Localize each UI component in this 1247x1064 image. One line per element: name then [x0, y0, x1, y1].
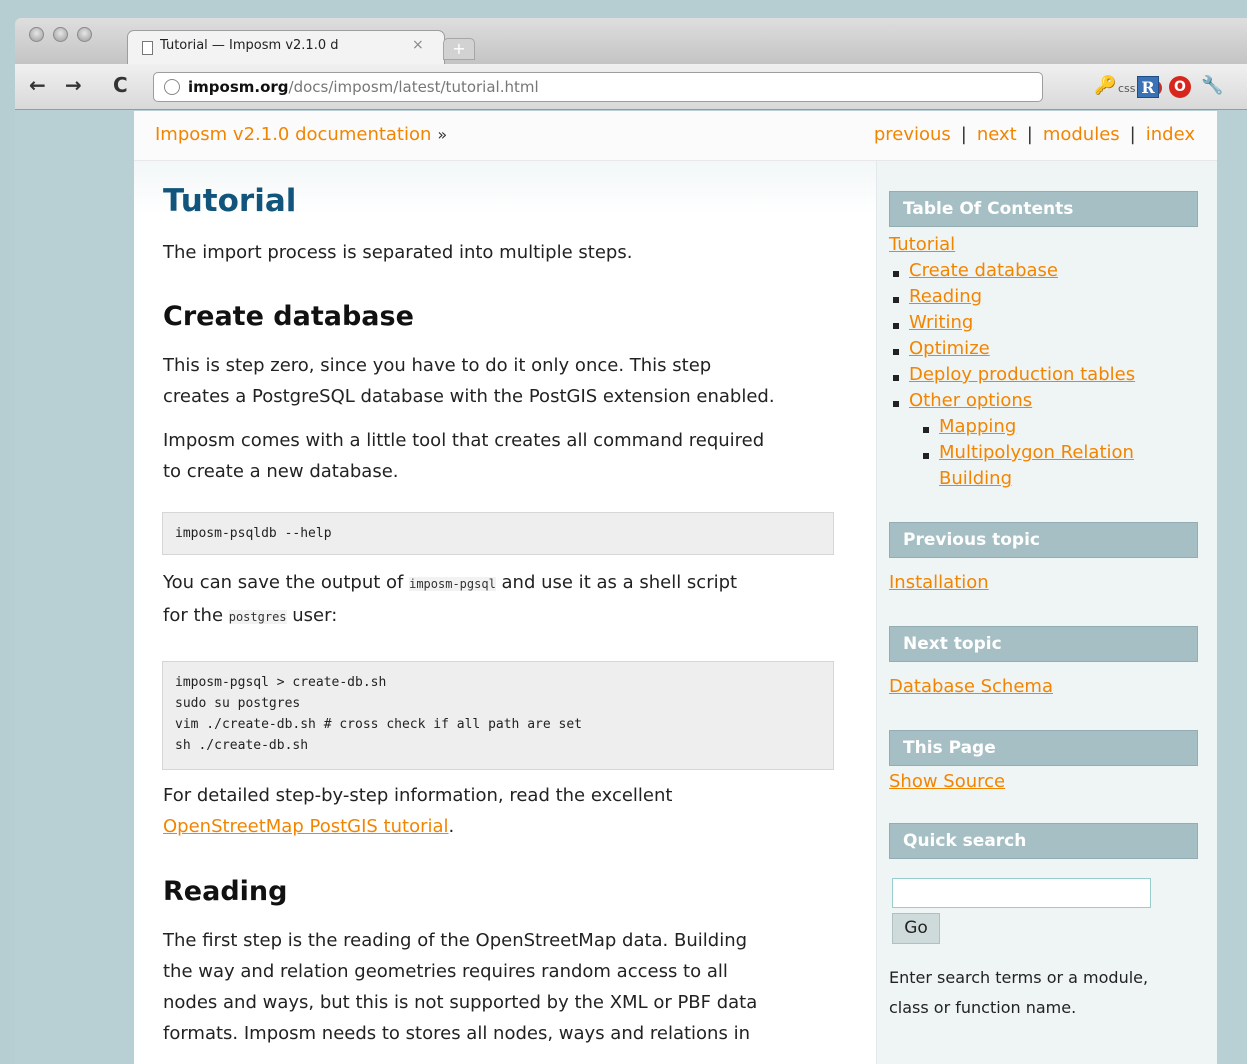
title-bar: Tutorial — Imposm v2.1.0 d × + [15, 18, 1247, 64]
inline-code: postgres [228, 610, 287, 624]
next-topic-heading: Next topic [889, 626, 1198, 662]
r-extension-icon[interactable]: R [1137, 76, 1159, 98]
index-link[interactable]: index [1146, 124, 1195, 145]
next-link[interactable]: next [977, 124, 1017, 145]
previous-topic-heading: Previous topic [889, 522, 1198, 558]
osm-postgis-tutorial-link[interactable]: OpenStreetMap PostGIS tutorial [163, 816, 449, 837]
toc-item-optimize[interactable]: Optimize [909, 338, 990, 359]
opera-extension-icon[interactable]: O [1169, 76, 1191, 98]
new-tab-button[interactable]: + [443, 38, 475, 60]
code-block-help: imposm-psqldb --help [162, 512, 834, 555]
sidebar: Table Of Contents Tutorial Create databa… [876, 161, 1217, 1064]
tab-close-icon[interactable]: × [412, 37, 424, 53]
bullet-icon [893, 375, 899, 381]
toc-subitem-multipolygon-cont[interactable]: Building [939, 468, 1012, 489]
minimize-window-button[interactable] [53, 27, 68, 42]
address-bar[interactable]: imposm.org/docs/imposm/latest/tutorial.h… [153, 72, 1184, 102]
toc-subitem-mapping[interactable]: Mapping [939, 416, 1016, 437]
toc-root-link[interactable]: Tutorial [889, 234, 955, 255]
bullet-icon [923, 427, 929, 433]
url-text: imposm.org/docs/imposm/latest/tutorial.h… [188, 78, 539, 96]
browser-toolbar: ← → C imposm.org/docs/imposm/latest/tuto… [15, 64, 1247, 110]
previous-link[interactable]: previous [874, 124, 951, 145]
create-db-paragraph-2: Imposm comes with a little tool that cre… [163, 430, 765, 482]
breadcrumb: Imposm v2.1.0 documentation » [155, 124, 447, 145]
reload-button[interactable]: C [113, 73, 128, 97]
next-topic-link[interactable]: Database Schema [889, 676, 1053, 697]
browser-tab[interactable]: Tutorial — Imposm v2.1.0 d × [127, 30, 445, 64]
reading-heading: Reading [163, 876, 288, 907]
key-extension-icon[interactable]: 🔑 [1094, 75, 1116, 96]
create-db-paragraph-1: This is step zero, since you have to do … [163, 355, 775, 407]
toc-item-reading[interactable]: Reading [909, 286, 982, 307]
zoom-window-button[interactable] [77, 27, 92, 42]
bullet-icon [893, 349, 899, 355]
previous-topic-link[interactable]: Installation [889, 572, 989, 593]
create-db-paragraph-3: You can save the output of imposm-pgsql … [163, 572, 738, 626]
reading-paragraph: The first step is the reading of the Ope… [163, 930, 758, 1044]
search-hint: Enter search terms or a module, class or… [889, 968, 1149, 1017]
bullet-icon [893, 401, 899, 407]
toc-subitem-multipolygon[interactable]: Multipolygon Relation [939, 442, 1134, 463]
link-separator: | [1026, 124, 1033, 145]
toc-item-writing[interactable]: Writing [909, 312, 973, 333]
intro-paragraph: The import process is separated into mul… [163, 242, 633, 263]
toc-heading: Table Of Contents [889, 191, 1198, 227]
create-database-heading: Create database [163, 301, 414, 332]
document-icon [142, 41, 153, 55]
bullet-icon [893, 271, 899, 277]
link-separator: | [1129, 124, 1136, 145]
bullet-icon [893, 297, 899, 303]
modules-link[interactable]: modules [1043, 124, 1120, 145]
browser-window: Tutorial — Imposm v2.1.0 d × + ← → C imp… [15, 18, 1247, 1064]
code-block-create-db: imposm-pgsql > create-db.sh sudo su post… [162, 661, 834, 770]
search-input[interactable] [892, 878, 1151, 908]
wrench-menu-icon[interactable]: 🔧 [1201, 75, 1223, 96]
toc-item-create-database[interactable]: Create database [909, 260, 1058, 281]
breadcrumb-separator: » [437, 125, 448, 144]
page-content: Imposm v2.1.0 documentation » previous | ne… [134, 111, 1217, 1064]
link-separator: | [960, 124, 967, 145]
this-page-heading: This Page [889, 730, 1198, 766]
bullet-icon [923, 453, 929, 459]
back-button[interactable]: ← [29, 73, 46, 97]
document-body: Tutorial The import process is separated… [134, 161, 876, 1064]
page-title: Tutorial [163, 183, 297, 219]
home-link[interactable]: Imposm v2.1.0 documentation [155, 124, 431, 145]
related-bar: Imposm v2.1.0 documentation » previous | ne… [134, 111, 1217, 161]
toc-item-other-options[interactable]: Other options [909, 390, 1032, 411]
close-window-button[interactable] [29, 27, 44, 42]
quick-search-heading: Quick search [889, 823, 1198, 859]
bullet-icon [893, 323, 899, 329]
related-links: previous | next | modules | index [874, 124, 1195, 145]
tab-title: Tutorial — Imposm v2.1.0 d [160, 38, 339, 53]
forward-button[interactable]: → [65, 73, 82, 97]
css-viewer-label[interactable]: css [1118, 82, 1136, 95]
show-source-link[interactable]: Show Source [889, 771, 1005, 792]
globe-icon [164, 79, 180, 95]
toc-item-deploy-production-tables[interactable]: Deploy production tables [909, 364, 1135, 385]
go-button[interactable]: Go [892, 913, 940, 944]
inline-code: imposm-pgsql [409, 577, 496, 591]
create-db-paragraph-4: For detailed step-by-step information, r… [163, 785, 673, 837]
